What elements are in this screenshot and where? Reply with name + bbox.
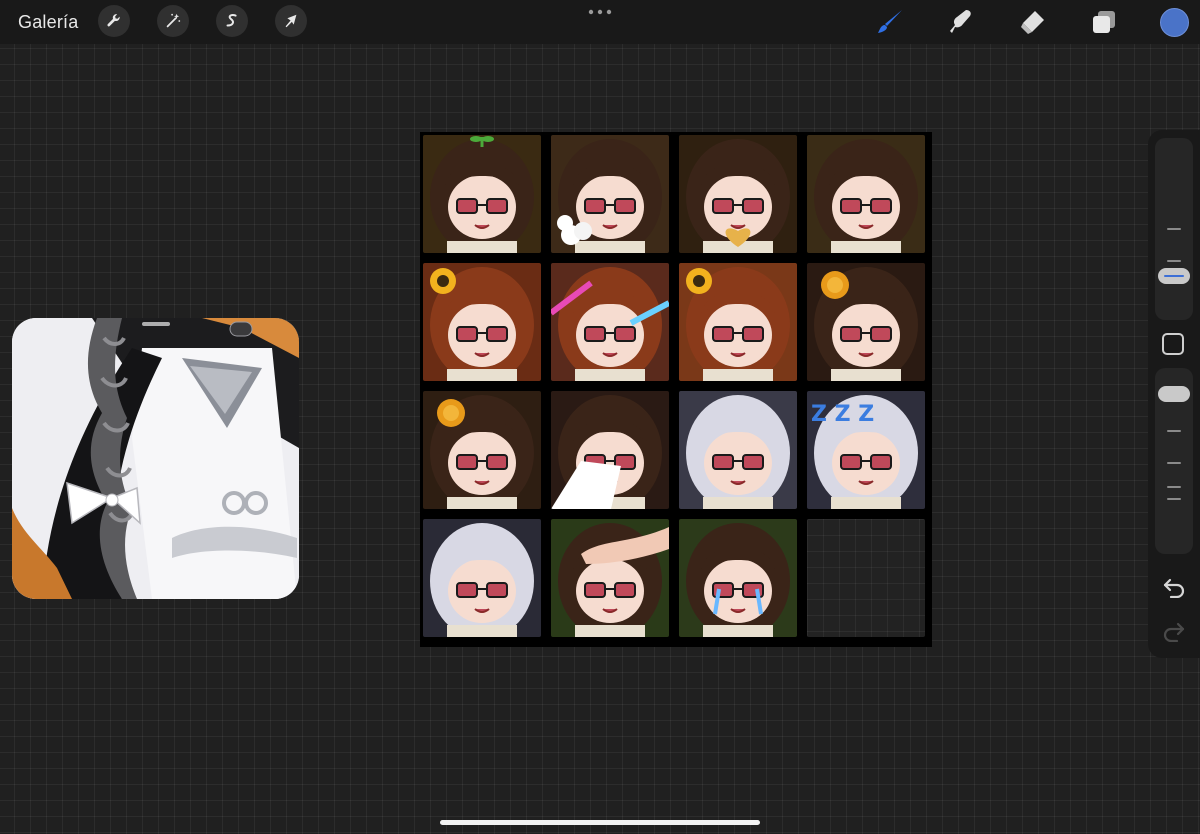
emote-cell	[423, 135, 541, 253]
more-options-icon[interactable]	[588, 8, 612, 16]
opacity-slider[interactable]	[1155, 368, 1193, 554]
transform-button[interactable]	[275, 5, 307, 37]
reference-window-handle[interactable]	[142, 322, 170, 326]
emote-sheet[interactable]: Z Z Z	[420, 132, 932, 647]
smudge-icon[interactable]	[946, 7, 976, 37]
wrench-icon	[107, 14, 120, 27]
redo-icon[interactable]	[1162, 620, 1186, 642]
emote-cell	[679, 519, 797, 637]
emote-cell: Z Z Z	[807, 391, 925, 509]
emote-cell	[423, 391, 541, 509]
emote-image	[423, 263, 541, 381]
modify-button[interactable]	[1162, 333, 1184, 355]
opacity-thumb[interactable]	[1158, 386, 1190, 402]
emote-image	[807, 263, 925, 381]
adjustments-button[interactable]	[157, 5, 189, 37]
emote-image: Z Z Z	[807, 391, 925, 509]
emote-cell	[679, 391, 797, 509]
emote-image	[551, 135, 669, 253]
emote-cell	[679, 263, 797, 381]
brush-size-slider[interactable]	[1155, 138, 1193, 320]
magic-wand-icon	[166, 13, 181, 28]
emote-image	[423, 391, 541, 509]
top-toolbar: Galería	[0, 0, 1200, 44]
gallery-button[interactable]: Galería	[18, 11, 78, 33]
emote-cell	[679, 135, 797, 253]
emote-image	[679, 135, 797, 253]
emote-cell	[423, 519, 541, 637]
emote-cell	[551, 263, 669, 381]
side-bar	[1148, 130, 1200, 658]
emote-cell	[551, 391, 669, 509]
emote-image	[807, 135, 925, 253]
color-picker-button[interactable]	[1160, 8, 1189, 37]
undo-icon[interactable]	[1162, 576, 1186, 598]
emote-image	[679, 263, 797, 381]
emote-cell	[807, 135, 925, 253]
emote-image	[679, 391, 797, 509]
selection-icon	[226, 14, 237, 27]
home-indicator[interactable]	[440, 820, 760, 825]
emote-image	[423, 519, 541, 637]
brush-icon[interactable]	[875, 7, 905, 37]
emote-image	[679, 519, 797, 637]
actions-button[interactable]	[98, 5, 130, 37]
emote-image	[551, 519, 669, 637]
emote-cell-empty	[807, 519, 925, 637]
reference-window[interactable]	[12, 318, 299, 599]
emote-cell	[423, 263, 541, 381]
layers-icon[interactable]	[1089, 7, 1119, 37]
svg-text:Z Z Z: Z Z Z	[811, 402, 874, 427]
emote-cell	[551, 519, 669, 637]
emote-cell	[807, 263, 925, 381]
emote-image	[551, 391, 669, 509]
brush-size-thumb[interactable]	[1158, 268, 1190, 284]
emote-cell	[551, 135, 669, 253]
emote-image	[551, 263, 669, 381]
emote-image	[423, 135, 541, 253]
reference-image	[12, 318, 299, 599]
selection-button[interactable]	[216, 5, 248, 37]
transform-arrow-icon	[285, 14, 297, 28]
eraser-icon[interactable]	[1017, 7, 1047, 37]
